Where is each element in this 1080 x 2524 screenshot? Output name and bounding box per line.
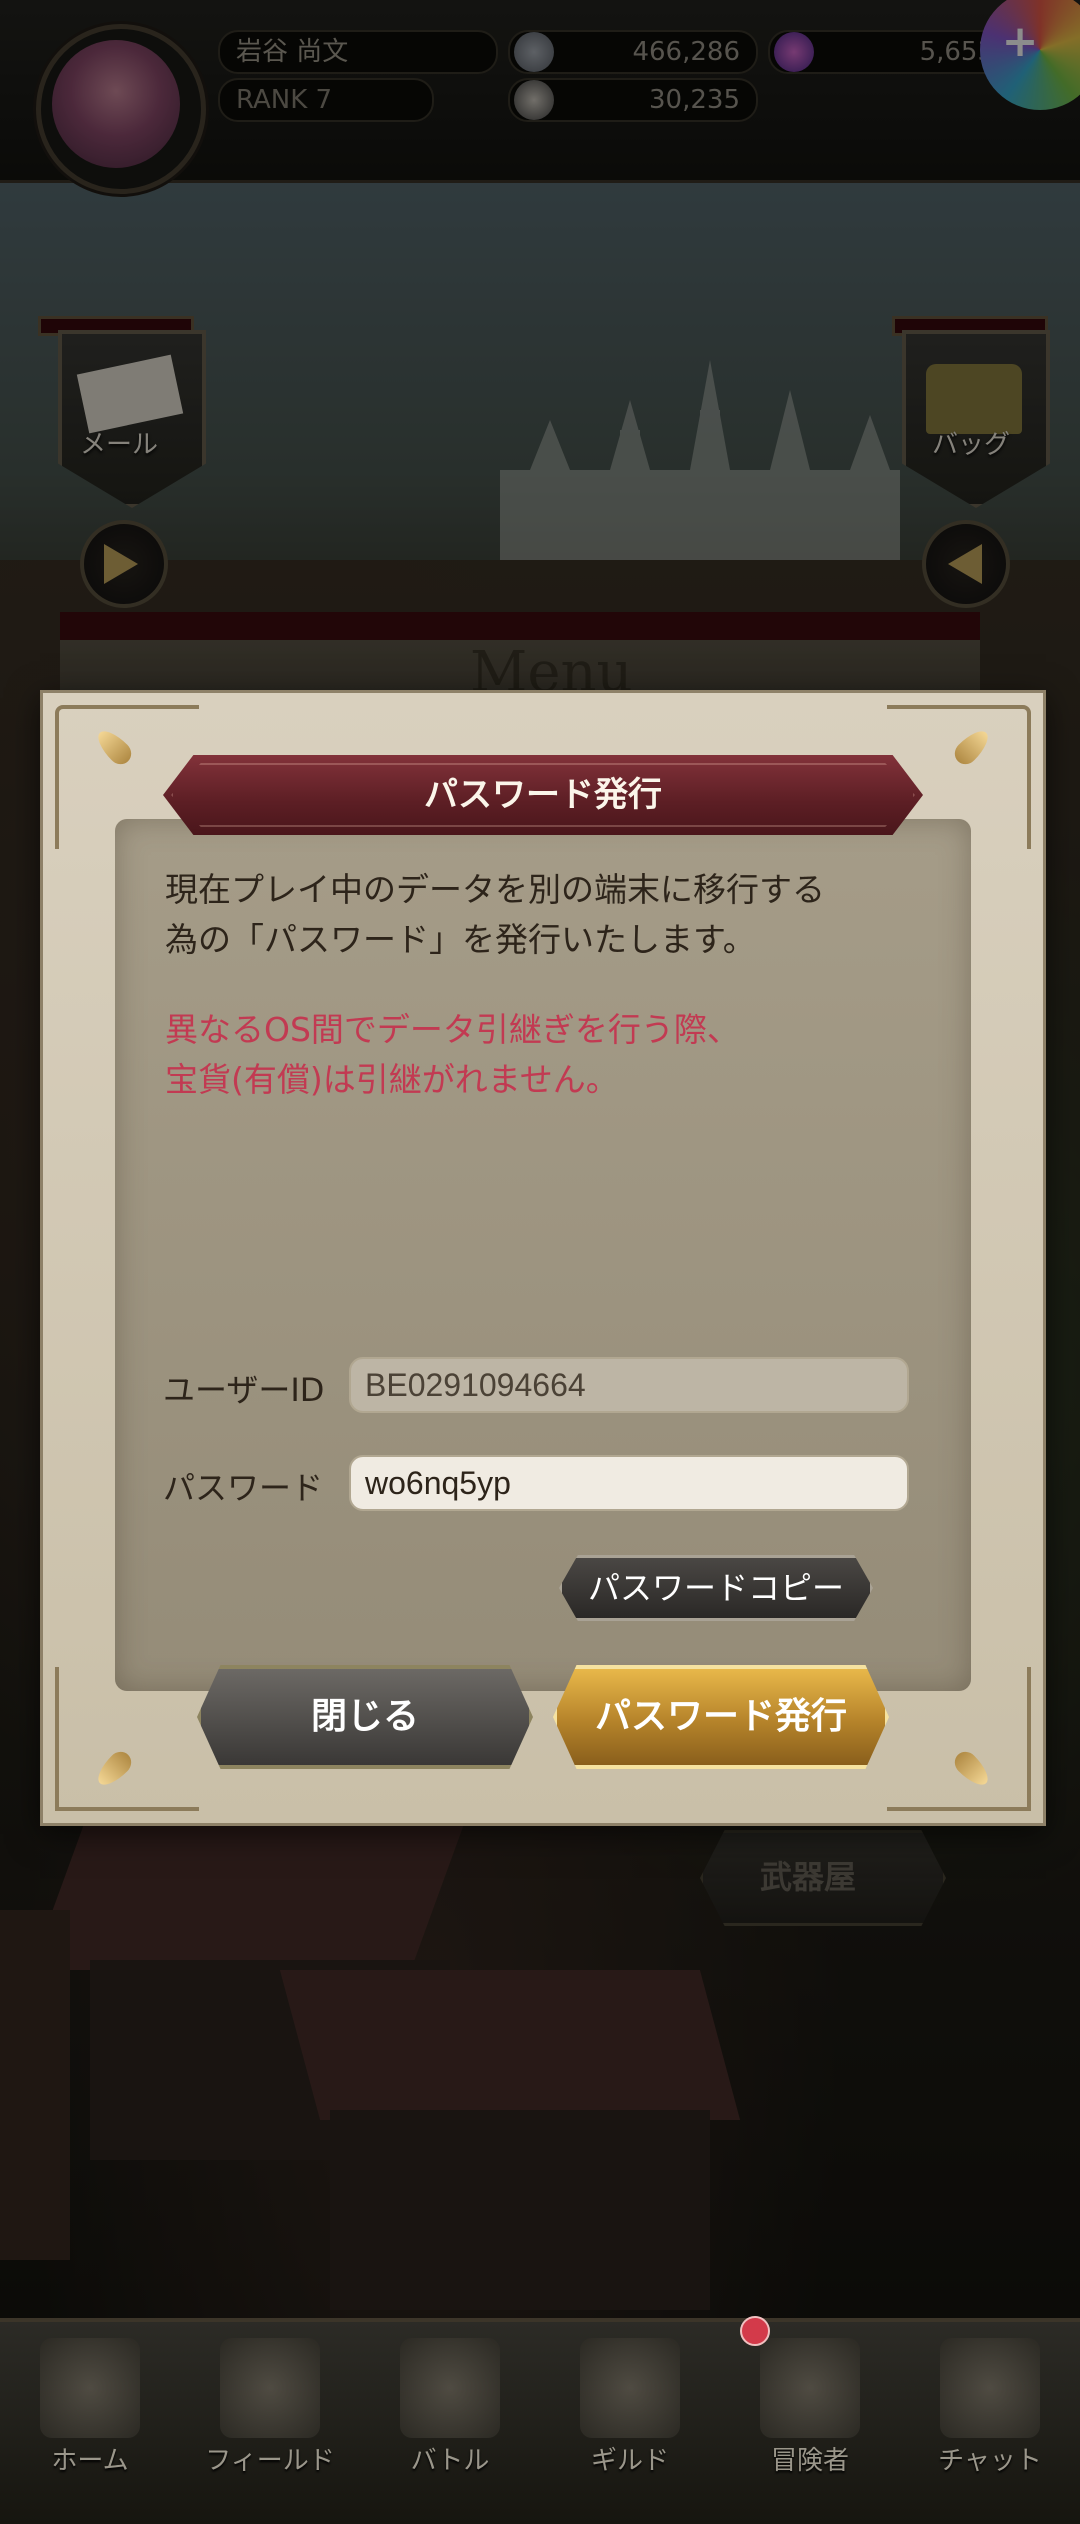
- battle-icon: [400, 2338, 500, 2438]
- dialog-title: パスワード発行: [424, 775, 662, 815]
- user-id-field[interactable]: [349, 1357, 909, 1413]
- info-text-line: 現在プレイ中のデータを別の端末に移行する: [165, 870, 825, 909]
- warning-text-line: 異なるOS間でデータ引継ぎを行う際、: [165, 1010, 740, 1049]
- chat-bubble-icon: [940, 2338, 1040, 2438]
- nav-label: 冒険者: [770, 2446, 849, 2476]
- nav-item-adventurer[interactable]: 冒険者: [720, 2318, 900, 2520]
- info-text: 現在プレイ中のデータを別の端末に移行する 為の「パスワード」を発行いたします。: [165, 865, 925, 965]
- password-label: パスワード: [163, 1469, 324, 1507]
- issue-password-button[interactable]: パスワード発行: [553, 1665, 889, 1769]
- user-id-label: ユーザーID: [163, 1371, 325, 1409]
- nav-item-guild[interactable]: ギルド: [540, 2318, 720, 2520]
- notification-badge: [740, 2316, 770, 2346]
- warning-text-line: 宝貨(有償)は引継がれません。: [165, 1060, 619, 1099]
- nav-label: フィールド: [205, 2446, 335, 2476]
- nav-item-field[interactable]: フィールド: [180, 2318, 360, 2520]
- copy-password-button[interactable]: パスワードコピー: [559, 1555, 873, 1621]
- adventurer-icon: [760, 2338, 860, 2438]
- warning-text: 異なるOS間でデータ引継ぎを行う際、 宝貨(有償)は引継がれません。: [165, 1005, 925, 1105]
- password-issue-dialog: パスワード発行 現在プレイ中のデータを別の端末に移行する 為の「パスワード」を発…: [40, 690, 1046, 1826]
- nav-label: バトル: [410, 2446, 490, 2476]
- nav-item-home[interactable]: ホーム: [0, 2318, 180, 2520]
- nav-label: ホーム: [51, 2446, 129, 2476]
- info-text-line: 為の「パスワード」を発行いたします。: [165, 920, 756, 959]
- nav-label: チャット: [938, 2446, 1042, 2476]
- nav-item-chat[interactable]: チャット: [900, 2318, 1080, 2520]
- nav-item-battle[interactable]: バトル: [360, 2318, 540, 2520]
- nav-label: ギルド: [590, 2446, 669, 2476]
- map-icon: [220, 2338, 320, 2438]
- password-field[interactable]: [349, 1455, 909, 1511]
- house-icon: [40, 2338, 140, 2438]
- close-button[interactable]: 閉じる: [197, 1665, 533, 1769]
- lock-shield-icon: [580, 2338, 680, 2438]
